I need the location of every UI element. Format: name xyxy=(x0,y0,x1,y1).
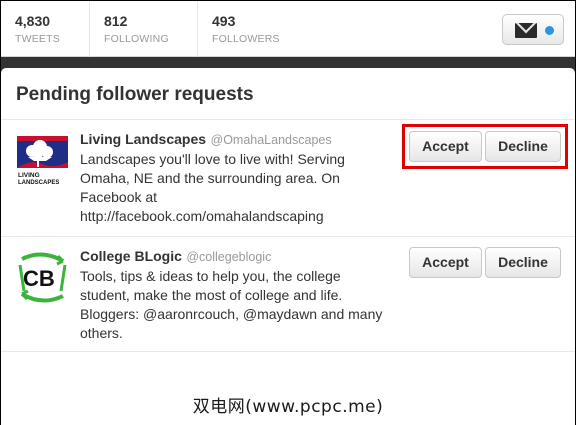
profile-stats-bar: 4,830 TWEETS 812 FOLLOWING 493 FOLLOWERS xyxy=(1,1,575,57)
svg-text:LIVING: LIVING xyxy=(18,172,40,179)
stat-following[interactable]: 812 FOLLOWING xyxy=(90,1,198,57)
avatar[interactable]: LIVING LANDSCAPES xyxy=(16,133,69,186)
stat-followers[interactable]: 493 FOLLOWERS xyxy=(198,1,318,57)
living-landscapes-logo: LIVING LANDSCAPES xyxy=(16,133,69,186)
user-name[interactable]: College BLogic xyxy=(80,248,182,264)
stat-followers-label: FOLLOWERS xyxy=(212,33,280,45)
accept-button[interactable]: Accept xyxy=(409,131,482,162)
envelope-icon xyxy=(515,23,537,38)
user-handle[interactable]: @collegeblogic xyxy=(186,250,271,264)
decline-button[interactable]: Decline xyxy=(485,131,561,162)
request-info: College BLogic @collegeblogic Tools, tip… xyxy=(80,247,390,343)
stat-following-count: 812 xyxy=(104,13,128,29)
watermark: 双电网(www.pcpc.me) xyxy=(192,397,384,417)
stat-followers-count: 493 xyxy=(212,13,236,29)
stat-tweets[interactable]: 4,830 TWEETS xyxy=(1,1,90,57)
messages-button[interactable] xyxy=(502,14,564,45)
avatar[interactable]: CB xyxy=(16,251,69,304)
user-handle[interactable]: @OmahaLandscapes xyxy=(211,133,332,147)
pending-requests-panel: Pending follower requests LIVING LANDSCA… xyxy=(1,68,575,425)
panel-title: Pending follower requests xyxy=(1,68,575,120)
user-name[interactable]: Living Landscapes xyxy=(80,131,206,147)
stat-tweets-count: 4,830 xyxy=(15,13,51,29)
user-bio: Landscapes you'll love to live with! Ser… xyxy=(80,151,345,224)
accept-button[interactable]: Accept xyxy=(409,247,482,278)
user-bio: Tools, tips & ideas to help you, the col… xyxy=(80,268,383,341)
request-row: CB College BLogic @collegeblogic Tools, … xyxy=(1,237,575,352)
unread-indicator-dot xyxy=(545,26,554,35)
request-info: Living Landscapes @OmahaLandscapes Lands… xyxy=(80,130,390,226)
stat-tweets-label: TWEETS xyxy=(15,33,60,45)
college-blogic-logo: CB xyxy=(16,251,69,304)
svg-text:CB: CB xyxy=(23,266,55,291)
svg-text:LANDSCAPES: LANDSCAPES xyxy=(18,180,59,186)
stat-following-label: FOLLOWING xyxy=(104,33,169,45)
decline-button[interactable]: Decline xyxy=(485,247,561,278)
request-row: LIVING LANDSCAPES Living Landscapes @Oma… xyxy=(1,120,575,237)
